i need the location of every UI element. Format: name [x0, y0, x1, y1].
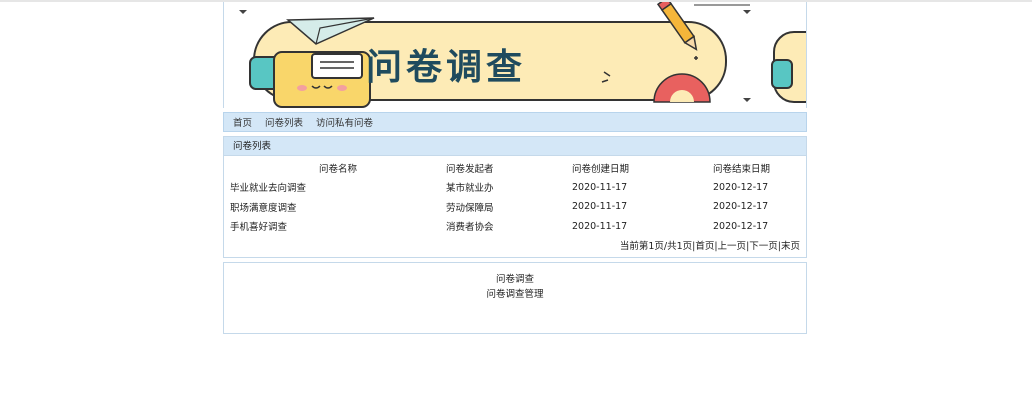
- nav-private-survey-link[interactable]: 访问私有问卷: [316, 115, 373, 129]
- survey-created-date: 2020-11-17: [572, 181, 628, 193]
- table-header-row: 问卷名称 问卷发起者 问卷创建日期 问卷结束日期: [224, 158, 806, 178]
- survey-end-date: 2020-12-17: [713, 201, 769, 213]
- table-row[interactable]: 毕业就业去向调查 某市就业办 2020-11-17 2020-12-17: [224, 178, 806, 198]
- survey-table: 问卷名称 问卷发起者 问卷创建日期 问卷结束日期 毕业就业去向调查 某市就业办 …: [224, 158, 806, 236]
- survey-end-date: 2020-12-17: [713, 181, 769, 193]
- pager-first-link[interactable]: 首页: [695, 241, 714, 252]
- survey-creator: 劳动保障局: [446, 202, 494, 214]
- survey-end-date: 2020-12-17: [713, 220, 769, 232]
- col-header-name: 问卷名称: [318, 163, 357, 175]
- pager-prev-link[interactable]: 上一页: [718, 241, 747, 252]
- page-container: 问卷调查 首页 问卷列表 访问私有问卷 问卷列表 问卷名称 问卷发起者 问卷创建…: [223, 2, 807, 334]
- col-header-end: 问卷结束日期: [713, 163, 771, 175]
- pagination: 当前第1页/共1页|首页|上一页|下一页|末页: [620, 238, 800, 252]
- top-nav: 首页 问卷列表 访问私有问卷: [223, 112, 807, 132]
- pager-next-link[interactable]: 下一页: [749, 241, 778, 252]
- panel-title: 问卷列表: [224, 137, 806, 156]
- col-header-creator: 问卷发起者: [446, 163, 494, 175]
- footer: 问卷调查 问卷调查管理: [223, 262, 807, 334]
- table-row[interactable]: 职场满意度调查 劳动保障局 2020-11-17 2020-12-17: [224, 197, 806, 217]
- survey-name[interactable]: 职场满意度调查: [224, 197, 446, 217]
- nav-survey-list-link[interactable]: 问卷列表: [265, 115, 303, 129]
- survey-creator: 消费者协会: [446, 222, 494, 234]
- survey-name[interactable]: 毕业就业去向调查: [224, 178, 446, 198]
- survey-list-panel: 问卷列表 问卷名称 问卷发起者 问卷创建日期 问卷结束日期 毕业就业去向调查 某…: [223, 136, 807, 258]
- survey-name[interactable]: 手机喜好调查: [224, 217, 446, 237]
- table-row[interactable]: 手机喜好调查 消费者协会 2020-11-17 2020-12-17: [224, 217, 806, 237]
- nav-home-link[interactable]: 首页: [233, 115, 252, 129]
- pager-last-link[interactable]: 末页: [781, 241, 800, 252]
- survey-created-date: 2020-11-17: [572, 220, 628, 232]
- footer-line-2: 问卷调查管理: [486, 289, 544, 300]
- footer-line-1: 问卷调查: [495, 274, 534, 285]
- header-banner: 问卷调查: [223, 2, 807, 108]
- survey-creator: 某市就业办: [446, 183, 494, 195]
- banner-title: 问卷调查: [366, 47, 527, 88]
- col-header-created: 问卷创建日期: [572, 163, 630, 175]
- survey-created-date: 2020-11-17: [572, 201, 628, 213]
- pager-status: 当前第1页/共1页: [619, 241, 693, 252]
